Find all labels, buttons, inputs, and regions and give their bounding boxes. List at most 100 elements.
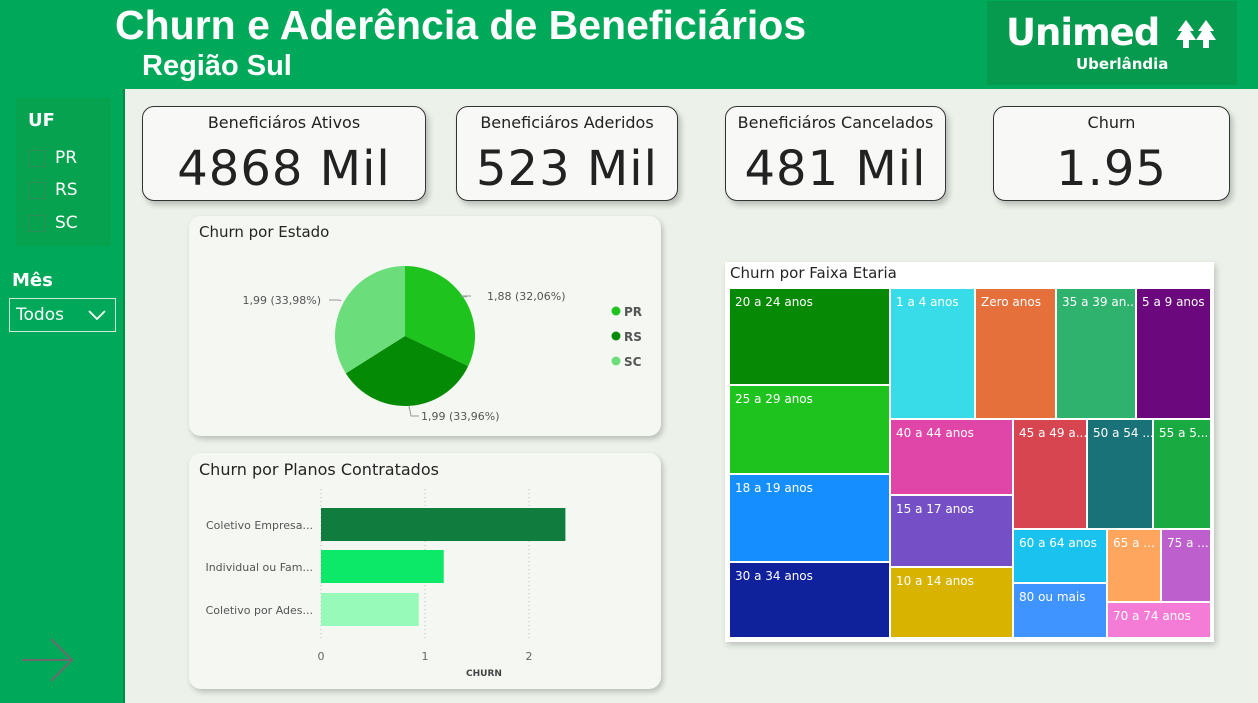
- unimed-tree-icon: [1176, 20, 1216, 48]
- churn-por-faixa-etaria-panel: Churn por Faixa Etaria 20 a 24 anos 25 a …: [725, 262, 1214, 642]
- treemap-tile-label: 45 a 49 a...: [1019, 426, 1086, 440]
- bar[interactable]: [321, 550, 444, 583]
- legend-item-pr[interactable]: PR: [624, 305, 642, 319]
- treemap-tile-label: 10 a 14 anos: [896, 574, 974, 588]
- treemap-tile-label: 15 a 17 anos: [896, 502, 974, 516]
- pie-chart: 1,88 (32,06%) 1,99 (33,96%) 1,99 (33,98%) P…: [242, 266, 642, 423]
- treemap-tile-label: 5 a 9 anos: [1142, 295, 1205, 309]
- checkbox[interactable]: [28, 214, 46, 232]
- kpi-card-churn: Churn 1.95: [993, 106, 1230, 201]
- treemap-tile[interactable]: 25 a 29 anos: [730, 386, 889, 473]
- treemap-tile-label: 40 a 44 anos: [896, 426, 974, 440]
- treemap-tile[interactable]: 15 a 17 anos: [891, 496, 1012, 566]
- bar[interactable]: [321, 593, 419, 626]
- arrow-right-icon[interactable]: [20, 637, 76, 683]
- treemap-tile[interactable]: 5 a 9 anos: [1137, 289, 1210, 418]
- data-label: 1,88 (32,06%): [487, 290, 566, 303]
- kpi-value: 1.95: [1056, 141, 1167, 197]
- kpi-label: Beneficiáros Aderidos: [480, 113, 654, 132]
- treemap-tile[interactable]: 50 a 54 ...: [1088, 420, 1152, 528]
- x-tick-label: 0: [318, 650, 325, 663]
- treemap-tile[interactable]: 30 a 34 anos: [730, 563, 889, 637]
- treemap-tile-label: 60 a 64 anos: [1019, 536, 1097, 550]
- treemap-tile[interactable]: 1 a 4 anos: [891, 289, 974, 418]
- treemap-tile-label: 75 a ...: [1167, 536, 1209, 550]
- treemap-tile[interactable]: 10 a 14 anos: [891, 568, 1012, 637]
- treemap-tile-label: 55 a 5...: [1159, 426, 1209, 440]
- filter-sidebar: UF PR RS SC Mês Todos: [0, 89, 125, 703]
- kpi-value: 481 Mil: [744, 141, 927, 197]
- uf-option-label: PR: [55, 148, 78, 168]
- treemap-tile[interactable]: 75 a ...: [1162, 530, 1210, 601]
- treemap-tile[interactable]: 18 a 19 anos: [730, 475, 889, 561]
- treemap-tile-label: 70 a 74 anos: [1113, 609, 1191, 623]
- treemap-tile[interactable]: 55 a 5...: [1154, 420, 1210, 528]
- mes-selected-value: Todos: [16, 305, 64, 325]
- uf-option-label: RS: [55, 180, 78, 200]
- kpi-label: Churn: [1087, 113, 1136, 132]
- treemap-tile-label: 80 ou mais: [1019, 590, 1086, 604]
- mes-slicer-title: Mês: [12, 270, 53, 291]
- kpi-value: 4868 Mil: [177, 141, 391, 197]
- kpi-label: Beneficiáros Ativos: [207, 113, 361, 132]
- logo-wordmark: Unimed: [1006, 11, 1160, 54]
- treemap-tile[interactable]: Zero anos: [976, 289, 1055, 418]
- page-subtitle: Região Sul: [142, 50, 292, 82]
- leader-line: [408, 405, 419, 417]
- treemap-tile[interactable]: 70 a 74 anos: [1108, 603, 1210, 637]
- checkbox[interactable]: [28, 149, 46, 167]
- uf-option-rs[interactable]: RS: [28, 180, 78, 200]
- churn-por-planos-panel: Churn por Planos Contratados 0 1 2 Coletivo…: [189, 453, 661, 689]
- treemap-tile-label: 35 a 39 an...: [1062, 295, 1135, 309]
- treemap-tile[interactable]: 20 a 24 anos: [730, 289, 889, 384]
- kpi-card-ativos: Beneficiáros Ativos 4868 Mil: [142, 106, 426, 201]
- legend-item-rs[interactable]: RS: [624, 330, 642, 344]
- legend-marker: [611, 306, 621, 316]
- treemap-tile[interactable]: 60 a 64 anos: [1014, 530, 1106, 582]
- treemap-tile[interactable]: 40 a 44 anos: [891, 420, 1012, 494]
- treemap-tile[interactable]: 65 a ...: [1108, 530, 1160, 601]
- treemap-tile-label: 65 a ...: [1113, 536, 1155, 550]
- churn-por-estado-panel: Churn por Estado 1,88 (32,06%) 1,99 (33,9…: [189, 216, 661, 436]
- leader-line: [329, 299, 342, 302]
- y-category-label: Coletivo Empresa...: [206, 519, 313, 532]
- treemap-tile-label: 25 a 29 anos: [735, 392, 813, 406]
- legend-marker: [611, 356, 621, 366]
- treemap-tile[interactable]: 35 a 39 an...: [1057, 289, 1135, 418]
- mes-dropdown[interactable]: Todos: [9, 298, 116, 332]
- uf-slicer-title: UF: [28, 110, 55, 131]
- kpi-card-cancelados: Beneficiáros Cancelados 481 Mil: [725, 106, 946, 201]
- checkbox[interactable]: [28, 181, 46, 199]
- y-category-label: Coletivo por Ades...: [206, 604, 313, 617]
- data-label: 1,99 (33,98%): [242, 294, 321, 307]
- header-bar: Churn e Aderência de Beneficiários Regiã…: [0, 0, 1258, 89]
- treemap-tile-label: Zero anos: [981, 295, 1041, 309]
- legend-item-sc[interactable]: SC: [624, 355, 642, 369]
- logo-subtitle: Uberlândia: [1076, 55, 1169, 73]
- uf-slicer: UF PR RS SC: [16, 98, 111, 246]
- uf-option-pr[interactable]: PR: [28, 148, 77, 168]
- unimed-logo: Unimed Uberlândia: [987, 1, 1237, 85]
- treemap: 20 a 24 anos 25 a 29 anos 18 a 19 anos 30 a…: [725, 262, 1214, 642]
- x-axis-label: CHURN: [466, 669, 502, 679]
- y-category-label: Individual ou Fam...: [205, 561, 313, 574]
- uf-option-sc[interactable]: SC: [28, 213, 78, 233]
- kpi-label: Beneficiáros Cancelados: [737, 113, 934, 132]
- data-label: 1,99 (33,96%): [421, 410, 500, 423]
- x-tick-label: 2: [526, 650, 533, 663]
- legend-marker: [611, 331, 621, 341]
- treemap-tile[interactable]: 80 ou mais: [1014, 584, 1106, 637]
- page-title: Churn e Aderência de Beneficiários: [115, 2, 807, 48]
- kpi-card-aderidos: Beneficiáros Aderidos 523 Mil: [456, 106, 678, 201]
- treemap-tile[interactable]: 45 a 49 a...: [1014, 420, 1086, 528]
- treemap-tile-label: 50 a 54 ...: [1093, 426, 1152, 440]
- kpi-value: 523 Mil: [476, 141, 658, 197]
- treemap-tile-label: 18 a 19 anos: [735, 481, 813, 495]
- bar-chart: 0 1 2 Coletivo Empresa... Individual ou Fam.…: [205, 489, 566, 679]
- uf-option-label: SC: [55, 213, 78, 233]
- treemap-tile-label: 20 a 24 anos: [735, 295, 813, 309]
- bar[interactable]: [321, 508, 566, 541]
- treemap-tile-label: 1 a 4 anos: [896, 295, 959, 309]
- treemap-tile-label: 30 a 34 anos: [735, 569, 813, 583]
- chevron-down-icon: [88, 310, 106, 321]
